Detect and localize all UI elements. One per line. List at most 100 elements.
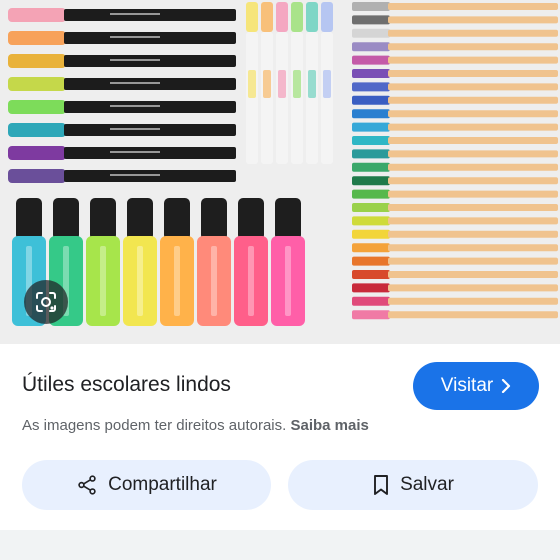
copyright-text: As imagens podem ter direitos autorais. [22, 417, 287, 434]
highlighter-cap [275, 198, 301, 240]
chevron-right-icon [502, 379, 511, 393]
fineliner-cap [352, 296, 390, 306]
fineliner-barrel [388, 204, 558, 211]
fineliner-cap [352, 55, 390, 65]
marker-cap [8, 31, 66, 45]
fineliner-cap [352, 310, 390, 320]
highlighter-print [285, 246, 291, 316]
marker-cap [8, 169, 66, 183]
fineliner-barrel [388, 150, 558, 158]
fineliner-barrel [388, 110, 558, 118]
highlighter-cap [127, 198, 153, 240]
fineliner-barrel [388, 271, 558, 278]
marker-cap [8, 8, 66, 22]
learn-more-link[interactable]: Saiba mais [290, 417, 368, 434]
share-button[interactable]: Compartilhar [22, 460, 271, 510]
fineliner-barrel [388, 244, 558, 252]
fineliner-barrel [388, 284, 558, 292]
marker-cap [8, 123, 66, 137]
highlighter-cap [16, 198, 42, 240]
marker-cap [8, 146, 66, 160]
fineliner-cap [352, 109, 390, 119]
fineliner-barrel [388, 43, 558, 51]
result-title: Útiles escolares lindos [22, 373, 231, 396]
fineliner-barrel [388, 297, 558, 305]
section-divider [0, 530, 560, 560]
marker-print [110, 151, 160, 153]
share-icon [78, 475, 96, 495]
fineliner-barrel [388, 16, 558, 24]
fineliner-barrel [388, 230, 558, 238]
result-image[interactable] [0, 0, 560, 344]
pastel-label [323, 70, 331, 98]
fineliner-cap [352, 176, 390, 186]
fineliner-cap [352, 270, 390, 279]
marker-cap [8, 100, 66, 114]
pastel-cap [321, 2, 333, 32]
highlighter-print [248, 246, 254, 316]
lens-icon [36, 292, 56, 312]
pastel-cap [246, 2, 258, 32]
share-button-label: Compartilhar [108, 474, 217, 495]
fineliner-barrel [388, 177, 558, 185]
fineliner-barrel [388, 70, 558, 77]
highlighter-print [100, 246, 106, 316]
fineliner-barrel [388, 56, 558, 64]
fineliner-cap [352, 149, 390, 159]
fineliner-cap [352, 2, 390, 11]
marker-cap [8, 54, 66, 68]
pastel-cap [306, 2, 318, 32]
fineliner-cap [352, 243, 390, 253]
save-button-label: Salvar [400, 474, 454, 495]
pastel-cap [261, 2, 273, 32]
fineliner-cap [352, 82, 390, 92]
visit-button-label: Visitar [440, 375, 494, 396]
fineliner-cap [352, 95, 390, 105]
fineliner-barrel [388, 163, 558, 171]
highlighter-cap [164, 198, 190, 240]
highlighter-cap [201, 198, 227, 240]
fineliner-cap [352, 189, 390, 199]
fineliner-cap [352, 69, 390, 78]
marker-print [110, 82, 160, 84]
fineliner-cap [352, 216, 390, 226]
marker-print [110, 36, 160, 38]
marker-print [110, 59, 160, 61]
pastel-label [248, 70, 256, 98]
fineliner-barrel [388, 3, 558, 10]
highlighter-print [211, 246, 217, 316]
save-button[interactable]: Salvar [288, 460, 538, 510]
fineliner-cap [352, 122, 390, 132]
pastel-label [263, 70, 271, 98]
pastel-label [278, 70, 286, 98]
fineliner-barrel [388, 190, 558, 198]
copyright-notice: As imagens podem ter direitos autorais. … [22, 417, 369, 434]
marker-print [110, 128, 160, 130]
fineliner-cap [352, 162, 390, 172]
pastel-label [293, 70, 301, 98]
highlighter-print [137, 246, 143, 316]
highlighter-print [174, 246, 180, 316]
fineliner-barrel [388, 83, 558, 91]
fineliner-cap [352, 28, 390, 38]
pastel-label [308, 70, 316, 98]
marker-cap [8, 77, 66, 91]
fineliner-barrel [388, 96, 558, 104]
lens-search-button[interactable] [24, 280, 68, 324]
fineliner-cap [352, 283, 390, 293]
fineliner-barrel [388, 257, 558, 265]
fineliner-cap [352, 229, 390, 239]
marker-print [110, 174, 160, 176]
highlighter-cap [53, 198, 79, 240]
fineliner-barrel [388, 137, 558, 144]
pastel-cap [291, 2, 303, 32]
fineliner-cap [352, 203, 390, 212]
visit-button[interactable]: Visitar [413, 362, 539, 410]
highlighter-cap [238, 198, 264, 240]
stationery-photo [8, 2, 558, 326]
fineliner-cap [352, 15, 390, 25]
marker-print [110, 13, 160, 15]
fineliner-cap [352, 42, 390, 52]
highlighter-cap [90, 198, 116, 240]
marker-print [110, 105, 160, 107]
